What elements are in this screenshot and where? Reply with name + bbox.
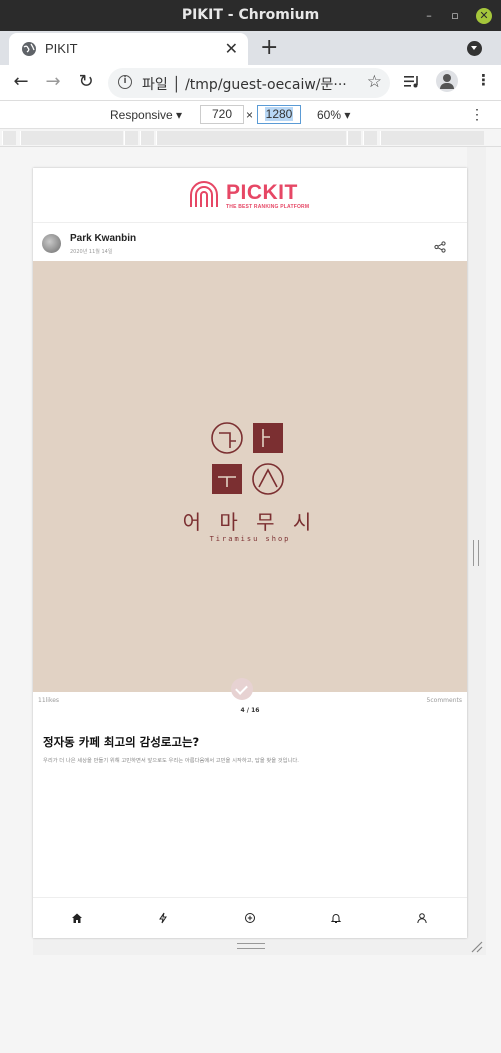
brand-name: PICKIT bbox=[226, 181, 298, 204]
forward-arrow-icon[interactable]: → bbox=[41, 71, 65, 92]
comments-count[interactable]: 5comments bbox=[427, 697, 462, 704]
post-title: 정자동 카페 최고의 감성로고는? bbox=[43, 735, 200, 749]
viewport-resize-right-handle[interactable] bbox=[473, 540, 479, 566]
device-viewport: PICKIT THE BEST RANKING PLATFORM Park Kw… bbox=[33, 168, 467, 938]
tab-pikit[interactable]: PIKIT ✕ bbox=[9, 33, 248, 65]
zoom-select[interactable]: 60% ▾ bbox=[317, 108, 350, 122]
tiramisu-logo-image: 어 마 무 시 Tiramisu shop bbox=[183, 422, 318, 543]
device-height-input[interactable]: 1280 bbox=[257, 105, 301, 124]
likes-count[interactable]: 11likes bbox=[38, 697, 59, 704]
post-stats: 11likes 4 / 16 5comments bbox=[33, 678, 467, 716]
post-image[interactable]: 어 마 무 시 Tiramisu shop bbox=[33, 261, 467, 692]
user-icon[interactable] bbox=[416, 912, 428, 924]
home-icon[interactable] bbox=[71, 912, 83, 924]
bottom-nav bbox=[33, 897, 467, 938]
kebab-menu-icon[interactable]: ⋮ bbox=[476, 71, 491, 89]
info-icon[interactable]: i bbox=[118, 75, 132, 89]
hero-english-name: Tiramisu shop bbox=[210, 535, 291, 543]
viewport-top-gap bbox=[33, 147, 467, 168]
bell-icon[interactable] bbox=[330, 912, 342, 924]
tab-search-icon[interactable] bbox=[467, 41, 482, 56]
new-tab-button[interactable]: + bbox=[260, 35, 278, 60]
pickit-logo-icon bbox=[190, 181, 218, 207]
device-toolbar: Responsive ▾ 720 × 1280 60% ▾ ⋮ bbox=[0, 101, 501, 129]
post-date: 2020년 11월 14일 bbox=[70, 249, 113, 255]
plus-circle-icon[interactable] bbox=[244, 912, 256, 924]
dimension-separator: × bbox=[246, 108, 254, 122]
media-queue-icon[interactable] bbox=[404, 74, 421, 89]
tab-title: PIKIT bbox=[45, 41, 78, 56]
viewport-resize-bottom-handle[interactable] bbox=[237, 943, 265, 949]
app-header: PICKIT THE BEST RANKING PLATFORM bbox=[33, 168, 467, 223]
viewport-resize-corner-handle[interactable] bbox=[470, 940, 484, 954]
author-name[interactable]: Park Kwanbin bbox=[70, 233, 136, 244]
restore-button[interactable]: ▫ bbox=[447, 8, 463, 24]
bolt-icon[interactable] bbox=[157, 912, 169, 924]
tab-close-icon[interactable]: ✕ bbox=[225, 39, 238, 58]
profile-avatar-icon[interactable] bbox=[436, 70, 458, 92]
hero-korean-name: 어 마 무 시 bbox=[183, 510, 318, 534]
device-width-input[interactable]: 720 bbox=[200, 105, 244, 124]
reload-icon[interactable]: ↻ bbox=[74, 71, 98, 92]
brand-tagline: THE BEST RANKING PLATFORM bbox=[226, 204, 310, 210]
address-bar[interactable]: i 파일 │ /tmp/guest-oecaiw/문··· ☆ bbox=[108, 68, 390, 98]
tab-strip: PIKIT ✕ + bbox=[0, 31, 501, 65]
page-indicator: 4 / 16 bbox=[240, 707, 260, 714]
window-close-button[interactable]: ✕ bbox=[476, 8, 492, 24]
url-text: 파일 │ /tmp/guest-oecaiw/문··· bbox=[142, 77, 347, 93]
vote-check-icon[interactable] bbox=[231, 678, 253, 700]
media-query-ruler[interactable] bbox=[0, 129, 501, 147]
bookmark-star-icon[interactable]: ☆ bbox=[367, 72, 382, 92]
browser-toolbar: ← → ↻ i 파일 │ /tmp/guest-oecaiw/문··· ☆ ⋮ bbox=[0, 65, 501, 101]
post-description: 우리가 더 나은 세상을 만들기 위해 고민하면서 앞으로도 우리는 아름다움에… bbox=[43, 758, 299, 764]
back-arrow-icon[interactable]: ← bbox=[9, 71, 33, 92]
author-avatar[interactable] bbox=[42, 234, 61, 253]
share-icon[interactable] bbox=[434, 241, 446, 253]
device-mode-select[interactable]: Responsive ▾ bbox=[110, 108, 182, 122]
minimize-button[interactable]: – bbox=[421, 8, 437, 24]
globe-icon bbox=[22, 42, 36, 56]
window-titlebar: PIKIT - Chromium – ▫ ✕ bbox=[0, 0, 501, 31]
device-more-icon[interactable]: ⋮ bbox=[470, 106, 484, 123]
post-header: Park Kwanbin 2020년 11월 14일 bbox=[33, 224, 467, 261]
